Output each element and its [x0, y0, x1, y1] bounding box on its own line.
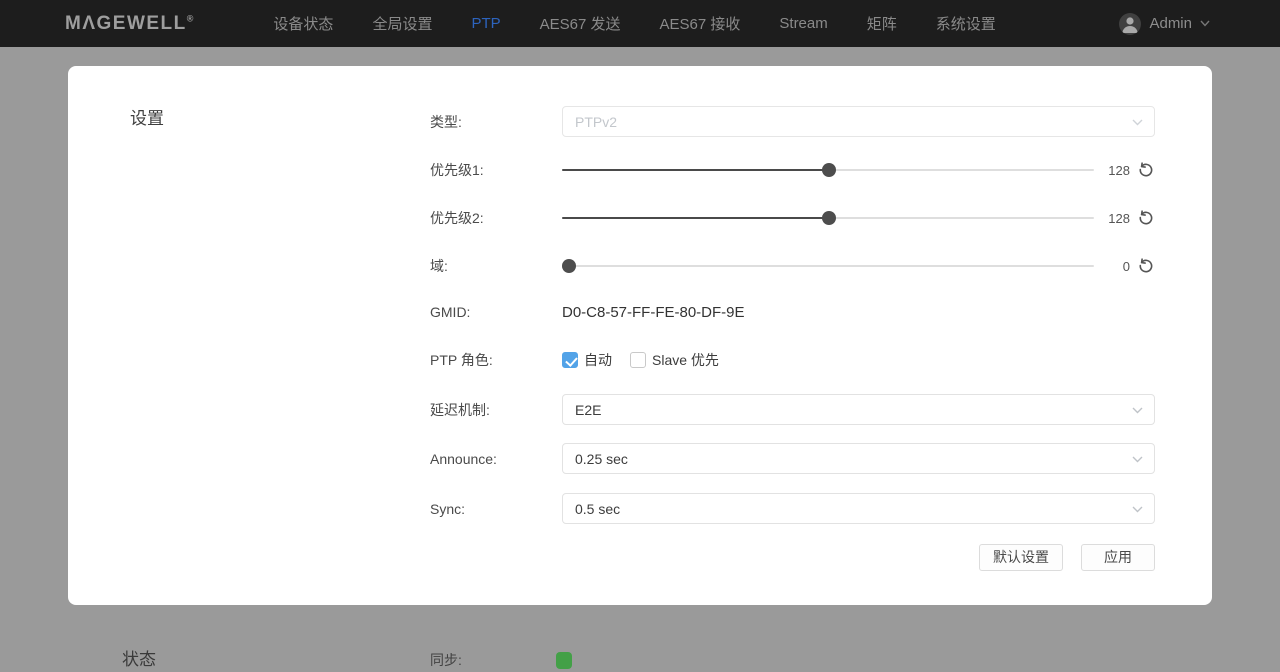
domain-value: 0 — [1096, 259, 1130, 274]
settings-card: 设置 类型: PTPv2 优先级1: 128 优先级2: — [68, 66, 1212, 605]
reset-icon[interactable] — [1137, 258, 1154, 275]
user-avatar-icon — [1119, 13, 1141, 35]
priority2-slider[interactable] — [562, 211, 1094, 225]
nav-tab-system-settings[interactable]: 系统设置 — [936, 13, 996, 34]
type-select[interactable]: PTPv2 — [562, 106, 1155, 137]
type-label: 类型: — [430, 112, 562, 132]
slave-preferred-checkbox[interactable]: Slave 优先 — [630, 350, 719, 370]
domain-label: 域: — [430, 256, 562, 276]
ptp-role-label: PTP 角色: — [430, 350, 562, 370]
delay-mechanism-select[interactable]: E2E — [562, 394, 1155, 425]
form-row-priority2: 优先级2: 128 — [430, 203, 1155, 233]
user-menu[interactable]: Admin — [1119, 13, 1210, 35]
auto-checkbox[interactable]: 自动 — [562, 350, 612, 370]
domain-slider[interactable] — [562, 259, 1094, 273]
apply-button[interactable]: 应用 — [1081, 544, 1155, 571]
chevron-down-icon — [1132, 506, 1143, 513]
reset-icon[interactable] — [1137, 162, 1154, 179]
sync-label: Sync: — [430, 501, 562, 517]
user-name: Admin — [1149, 15, 1192, 32]
nav-tab-matrix[interactable]: 矩阵 — [867, 13, 897, 34]
checkbox-icon — [630, 352, 646, 368]
nav-tabs: 设备状态 全局设置 PTP AES67 发送 AES67 接收 Stream 矩… — [273, 13, 995, 34]
chevron-down-icon — [1132, 456, 1143, 463]
settings-title: 设置 — [130, 104, 164, 129]
nav-tab-ptp[interactable]: PTP — [471, 15, 500, 32]
card-actions: 默认设置 应用 — [979, 544, 1155, 571]
delay-mechanism-label: 延迟机制: — [430, 400, 562, 420]
announce-value: 0.25 sec — [575, 451, 628, 467]
chevron-down-icon — [1200, 20, 1210, 27]
priority1-slider[interactable] — [562, 163, 1094, 177]
form-row-delay-mechanism: 延迟机制: E2E — [430, 394, 1155, 425]
chevron-down-icon — [1132, 119, 1143, 126]
form-row-priority1: 优先级1: 128 — [430, 155, 1155, 185]
status-row-sync: 同步: — [430, 650, 572, 670]
slave-preferred-checkbox-label: Slave 优先 — [652, 350, 719, 370]
checkbox-icon — [562, 352, 578, 368]
sync-value: 0.5 sec — [575, 501, 620, 517]
magewell-logo: MΛGEWELL® — [65, 13, 193, 35]
announce-select[interactable]: 0.25 sec — [562, 443, 1155, 474]
form-row-announce: Announce: 0.25 sec — [430, 443, 1155, 474]
priority2-label: 优先级2: — [430, 208, 562, 228]
priority1-value: 128 — [1096, 163, 1130, 178]
status-title: 状态 — [122, 645, 156, 670]
priority1-label: 优先级1: — [430, 160, 562, 180]
form-row-gmid: GMID: D0-C8-57-FF-FE-80-DF-9E — [430, 300, 1155, 324]
type-select-value: PTPv2 — [575, 114, 617, 130]
sync-status-label: 同步: — [430, 650, 556, 670]
form-row-ptp-role: PTP 角色: 自动 Slave 优先 — [430, 348, 1155, 372]
form-row-type: 类型: PTPv2 — [430, 106, 1155, 137]
logo-registered-mark: ® — [187, 13, 194, 23]
sync-status-indicator — [556, 652, 572, 669]
priority2-value: 128 — [1096, 211, 1130, 226]
default-settings-button[interactable]: 默认设置 — [979, 544, 1063, 571]
logo-text: MΛGEWELL — [65, 13, 187, 34]
slider-handle[interactable] — [822, 211, 836, 225]
reset-icon[interactable] — [1137, 210, 1154, 227]
top-nav: MΛGEWELL® 设备状态 全局设置 PTP AES67 发送 AES67 接… — [0, 0, 1280, 47]
nav-tab-device-status[interactable]: 设备状态 — [273, 13, 333, 34]
nav-tab-stream[interactable]: Stream — [779, 15, 827, 32]
gmid-value: D0-C8-57-FF-FE-80-DF-9E — [562, 304, 745, 321]
chevron-down-icon — [1132, 407, 1143, 414]
delay-mechanism-value: E2E — [575, 402, 601, 418]
form-row-domain: 域: 0 — [430, 251, 1155, 281]
nav-tab-aes67-receive[interactable]: AES67 接收 — [660, 13, 741, 34]
slider-handle[interactable] — [822, 163, 836, 177]
gmid-label: GMID: — [430, 304, 562, 320]
form-row-sync: Sync: 0.5 sec — [430, 493, 1155, 524]
announce-label: Announce: — [430, 451, 562, 467]
slider-handle[interactable] — [562, 259, 576, 273]
nav-tab-aes67-send[interactable]: AES67 发送 — [540, 13, 621, 34]
nav-tab-global-settings[interactable]: 全局设置 — [372, 13, 432, 34]
auto-checkbox-label: 自动 — [584, 350, 612, 370]
sync-select[interactable]: 0.5 sec — [562, 493, 1155, 524]
